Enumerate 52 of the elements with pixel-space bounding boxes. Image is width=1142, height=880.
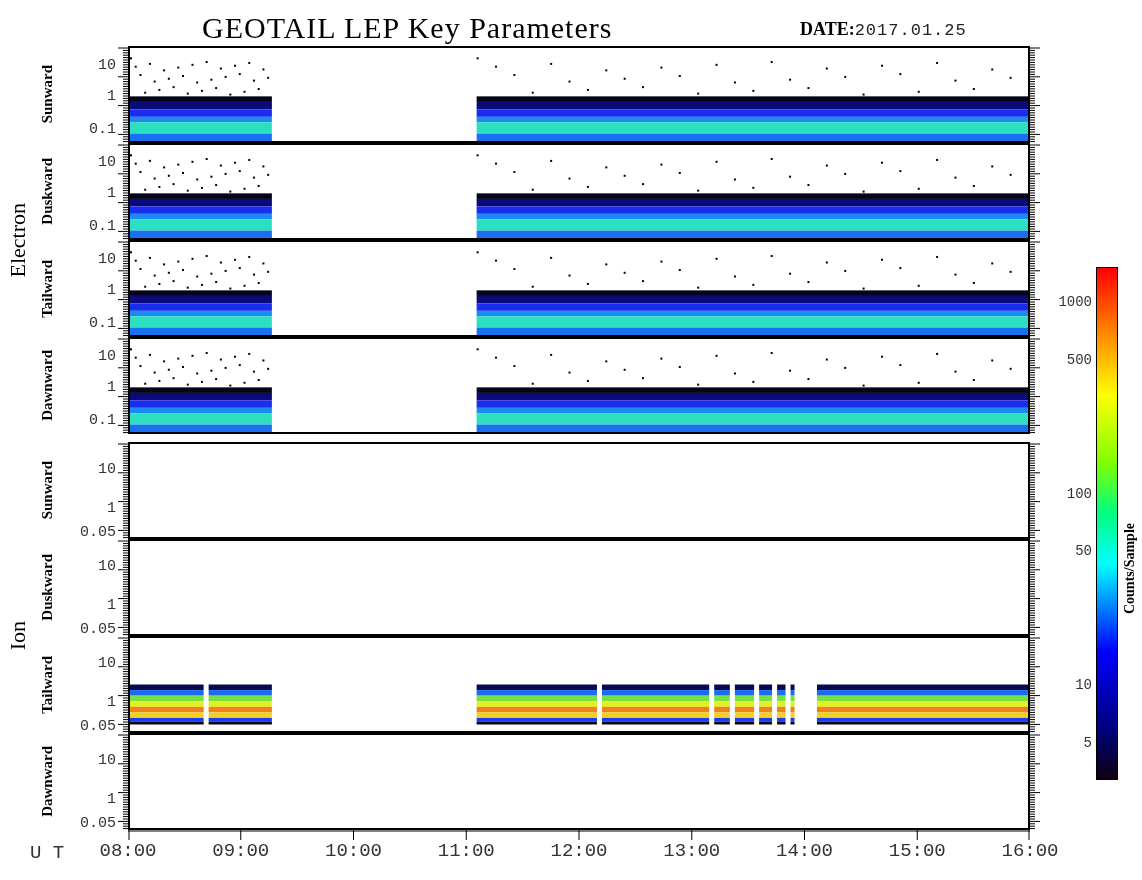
x-tick-label: 10:00 (325, 840, 382, 862)
group-label: Ion (5, 621, 31, 651)
y-tick-label: 10 (98, 751, 116, 769)
x-tick-label: 15:00 (888, 840, 946, 862)
panel-label: Duskward (38, 158, 56, 225)
x-tick-label: 08:00 (99, 840, 157, 862)
colorbar-tick-label: 1000 (1058, 293, 1092, 310)
x-tick-label: 16:00 (1001, 840, 1059, 862)
date-label: DATE:2017.01.25 (800, 18, 967, 42)
group-label: Electron (5, 202, 31, 278)
y-tick-label: 0.05 (80, 620, 116, 638)
y-tick-label: 10 (98, 347, 116, 365)
panel-label: Tailward (38, 655, 56, 714)
y-tick-label: 1 (107, 87, 116, 105)
y-tick-label: 0.1 (89, 411, 116, 429)
panel-label: Sunward (38, 65, 56, 124)
x-tick-label: 13:00 (663, 840, 721, 862)
y-tick-label: 0.05 (80, 717, 116, 735)
colorbar-title: Counts/Sample (1122, 523, 1138, 614)
y-tick-label: 1 (107, 378, 116, 396)
y-tick-label: 10 (98, 460, 116, 478)
y-tick-label: 10 (98, 153, 116, 171)
colorbar-tick-label: 5 (1083, 734, 1092, 751)
panel-label: Tailward (38, 259, 56, 318)
y-tick-label: 0.1 (89, 120, 116, 138)
y-tick-label: 10 (98, 250, 116, 268)
x-tick-label: 12:00 (550, 840, 608, 862)
x-tick-label: 14:00 (776, 840, 833, 862)
y-tick-label: 10 (98, 654, 116, 672)
y-tick-label: 0.05 (80, 523, 116, 541)
colorbar-tick-label: 50 (1075, 543, 1092, 560)
colorbar-tick-label: 10 (1075, 677, 1092, 694)
chart-title: GEOTAIL LEP Key Parameters (202, 10, 614, 46)
x-tick-label: 11:00 (437, 840, 495, 862)
y-tick-label: 1 (107, 184, 116, 202)
panel-label: Dawnward (38, 350, 56, 421)
y-tick-label: 1 (107, 596, 116, 614)
y-tick-label: 1 (107, 499, 116, 517)
y-tick-label: 1 (107, 281, 116, 299)
colorbar-tick-label: 100 (1066, 485, 1092, 502)
y-tick-label: 10 (98, 557, 116, 575)
x-tick-label: 09:00 (212, 840, 270, 862)
y-tick-label: 0.1 (89, 314, 116, 332)
y-tick-label: 1 (107, 693, 116, 711)
colorbar-tick-label: 500 (1066, 351, 1092, 368)
y-tick-label: 10 (98, 56, 116, 74)
y-tick-label: 1 (107, 790, 116, 808)
panel-label: Sunward (38, 461, 56, 520)
y-tick-label: 0.05 (80, 814, 116, 832)
panel-label: Duskward (38, 554, 56, 621)
y-tick-label: 0.1 (89, 217, 116, 235)
panel-label: Dawnward (38, 746, 56, 817)
